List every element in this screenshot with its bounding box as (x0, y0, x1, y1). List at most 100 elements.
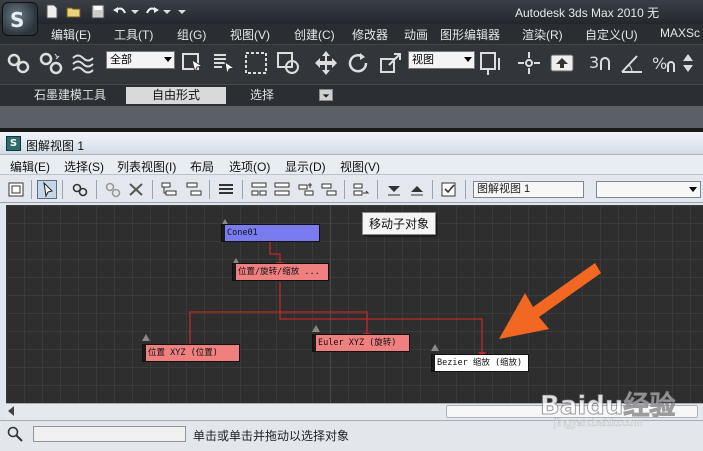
bookmark-name-dropdown[interactable] (596, 181, 701, 198)
toolbar-separator (242, 180, 243, 199)
move-children-icon[interactable] (351, 180, 371, 199)
bind-spacewarp-icon[interactable] (70, 50, 96, 76)
sv-menu-options[interactable]: 选项(O) (229, 158, 270, 175)
redo-icon[interactable] (144, 4, 160, 19)
node-expand-triangle[interactable] (142, 334, 150, 341)
new-file-icon[interactable] (44, 4, 60, 19)
menu-edit[interactable]: 编辑(E) (51, 26, 91, 43)
rotate-icon[interactable] (345, 50, 371, 76)
connect-icon[interactable] (70, 180, 90, 199)
open-file-icon[interactable] (66, 4, 82, 19)
tab-selection[interactable]: 选择 (240, 87, 284, 104)
selection-filter-value: 全部 (110, 54, 132, 66)
menu-views[interactable]: 视图(V) (230, 26, 270, 43)
sv-menu-layout[interactable]: 布局 (190, 158, 214, 175)
node-position-xyz-label: 位置 XYZ (位置) (148, 348, 218, 358)
always-arrange-icon[interactable] (216, 180, 236, 199)
node-prs-controller[interactable]: 位置/旋转/缩放 ... (232, 263, 329, 281)
baidu-watermark: Baidu经验 jingyan.baidu.com (539, 377, 700, 437)
spinner-snap-icon[interactable] (680, 50, 703, 76)
schematic-name-field[interactable]: 图解视图 1 (473, 181, 584, 198)
annotation-arrow-icon (499, 263, 601, 339)
schematic-window-title: 图解视图 1 (26, 139, 85, 153)
select-and-manipulate-icon[interactable] (516, 50, 542, 76)
scroll-left-arrow-icon[interactable] (8, 406, 14, 416)
arrange-selected-icon[interactable] (272, 180, 292, 199)
node-euler-xyz-label: Euler XYZ (旋转) (318, 338, 397, 348)
unlink-icon[interactable] (38, 50, 64, 76)
save-icon[interactable] (90, 4, 106, 19)
delete-icon[interactable] (126, 180, 146, 199)
select-by-name-icon[interactable] (211, 50, 237, 76)
node-cone01[interactable]: Cone01 (221, 224, 320, 242)
select-object-icon[interactable] (180, 50, 206, 76)
schematic-window-icon: S (6, 136, 21, 151)
snaps-toggle-icon[interactable]: 3 (587, 50, 613, 76)
scale-icon[interactable] (378, 50, 404, 76)
arrange-children-icon[interactable] (249, 180, 269, 199)
node-bezier-scale[interactable]: Bezier 缩放 (缩放) (431, 354, 529, 372)
keyboard-shortcut-override-icon[interactable] (549, 50, 575, 76)
svg-text:3: 3 (589, 53, 599, 72)
unlink-selected-icon[interactable] (103, 180, 123, 199)
select-arrow-icon[interactable] (37, 180, 57, 199)
angle-snap-icon[interactable] (619, 50, 645, 76)
sv-menu-view[interactable]: 视图(V) (340, 158, 380, 175)
move-icon[interactable] (313, 50, 339, 76)
app-title: Autodesk 3ds Max 2010 无 (515, 6, 660, 20)
expand-selected-icon[interactable] (384, 180, 404, 199)
display-floater-icon[interactable] (6, 180, 26, 199)
ribbon-minimize-button[interactable] (319, 89, 333, 101)
tab-graphite-modeling-tools[interactable]: 石墨建模工具 (30, 87, 110, 104)
node-expand-triangle[interactable] (312, 325, 320, 332)
preferences-icon[interactable] (439, 180, 459, 199)
node-cone01-label: Cone01 (227, 228, 258, 238)
sv-menu-list-views[interactable]: 列表视图(I) (117, 158, 176, 175)
window-crossing-icon[interactable] (275, 50, 301, 76)
customize-toolbar-icon[interactable] (174, 4, 190, 19)
menu-rendering[interactable]: 渲染(R) (522, 26, 563, 43)
sv-menu-edit[interactable]: 编辑(E) (10, 158, 50, 175)
toolbar-separator (432, 180, 433, 199)
schematic-title-bar (0, 132, 703, 155)
chevron-down-icon (322, 94, 330, 98)
svg-text:%: % (652, 54, 667, 73)
node-bezier-scale-label: Bezier 缩放 (缩放) (437, 358, 523, 368)
menu-create[interactable]: 创建(C) (294, 26, 335, 43)
menu-graph-editors[interactable]: 图形编辑器 (440, 26, 500, 43)
toolbar-separator (96, 180, 97, 199)
node-expand-triangle[interactable] (431, 344, 439, 351)
node-position-xyz[interactable]: 位置 XYZ (位置) (142, 344, 240, 362)
menu-customize[interactable]: 自定义(U) (585, 26, 638, 43)
collapse-selected-icon[interactable] (407, 180, 427, 199)
reference-coordinate-dropdown[interactable]: 视图 (408, 51, 475, 69)
pivot-center-icon[interactable] (479, 50, 505, 76)
percent-snap-icon[interactable]: % (651, 50, 677, 76)
sv-menu-display[interactable]: 显示(D) (285, 158, 326, 175)
link-icon[interactable] (6, 50, 32, 76)
zoom-icon[interactable] (6, 426, 24, 442)
node-euler-xyz[interactable]: Euler XYZ (旋转) (312, 334, 410, 352)
menu-group[interactable]: 组(G) (177, 26, 206, 43)
sv-menu-select[interactable]: 选择(S) (64, 158, 104, 175)
tooltip: 移动子对象 (362, 212, 437, 235)
tab-freeform[interactable]: 自由形式 (126, 87, 226, 104)
menu-animation[interactable]: 动画 (404, 26, 428, 43)
menu-maxscript[interactable]: MAXSc (660, 26, 700, 40)
undo-icon[interactable] (112, 4, 128, 19)
toolbar-separator (344, 180, 345, 199)
status-prompt-text: 单击或单击并拖动以选择对象 (193, 429, 350, 443)
menu-modifiers[interactable]: 修改器 (352, 26, 388, 43)
undo-dropdown-icon[interactable] (128, 4, 144, 19)
toolbar-separator (465, 180, 466, 199)
status-input-field[interactable] (33, 426, 186, 442)
free-all-icon[interactable] (296, 180, 316, 199)
references-mode-icon[interactable] (184, 180, 204, 199)
rectangular-selection-icon[interactable] (243, 50, 269, 76)
toolbar-separator (152, 180, 153, 199)
selection-filter-dropdown[interactable]: 全部 (106, 51, 175, 69)
app-logo-icon[interactable]: S (2, 2, 38, 36)
hierarchy-mode-icon[interactable] (159, 180, 179, 199)
free-selected-icon[interactable] (319, 180, 339, 199)
menu-tools[interactable]: 工具(T) (114, 26, 153, 43)
